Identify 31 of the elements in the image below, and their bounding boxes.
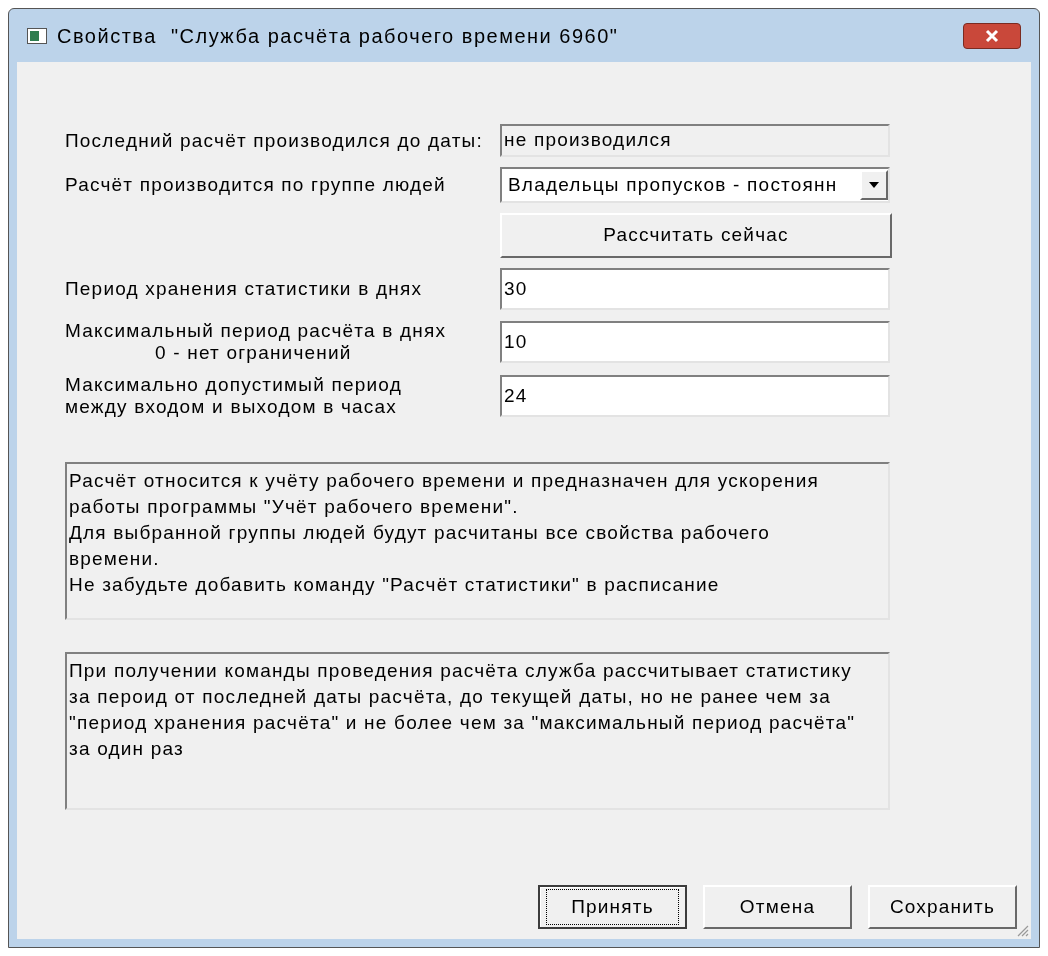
field-label: Максимально допустимый период [65, 374, 403, 396]
field-label: Расчёт производится по группе людей [65, 174, 447, 196]
dialog-button[interactable]: Сохранить [868, 885, 1017, 929]
dropdown-value: Владельцы пропусков - постоянн [507, 172, 839, 197]
input-field[interactable]: 10 [500, 321, 890, 363]
close-icon [984, 28, 1000, 43]
info-text-line: работы программы "Учёт рабочего времени". [69, 495, 520, 519]
info-text-line: времени. [69, 547, 161, 571]
info-text-line: Не забудьте добавить команду "Расчёт статистики" в расписание [69, 573, 721, 597]
resize-grip-icon [1015, 923, 1029, 937]
dialog-button[interactable]: Отмена [703, 885, 852, 929]
window-app-icon [27, 27, 47, 44]
info-text-line: за пероид от последней даты расчёта, до текущей даты, но не ранее чем за [69, 685, 832, 709]
close-button[interactable] [963, 22, 1021, 49]
field-label: Максимальный период расчёта в днях [65, 320, 448, 342]
input-field[interactable]: 30 [500, 268, 890, 310]
info-text-line: за один раз [69, 737, 185, 761]
date-field: не производился [500, 124, 890, 157]
info-text-line: Расчёт относится к учёту рабочего времени и предназначен для ускорения [69, 469, 820, 493]
field-label: Последний расчёт производился до даты: [65, 129, 484, 152]
group-dropdown[interactable]: Владельцы пропусков - постоянн [500, 167, 890, 203]
input-field[interactable]: 24 [500, 375, 890, 417]
field-label: 0 - нет ограничений [154, 342, 353, 364]
info-text-line: "период хранения расчёта" и не более чем за "максимальный период расчёта" [69, 711, 857, 735]
window-title: Свойства "Служба расчёта рабочего времени 6960" [57, 23, 620, 49]
field-label: между входом и выходом в часах [65, 396, 398, 418]
info-text-line: При получении команды проведения расчёта служба рассчитывает статистику [69, 659, 853, 683]
info-text-line: Для выбранной группы людей будут расчитаны все свойства рабочего [69, 521, 772, 545]
calculate-now-button[interactable]: Рассчитать сейчас [500, 213, 892, 258]
field-label: Период хранения статистики в днях [65, 278, 424, 300]
dialog-button[interactable]: Принять [538, 885, 687, 929]
